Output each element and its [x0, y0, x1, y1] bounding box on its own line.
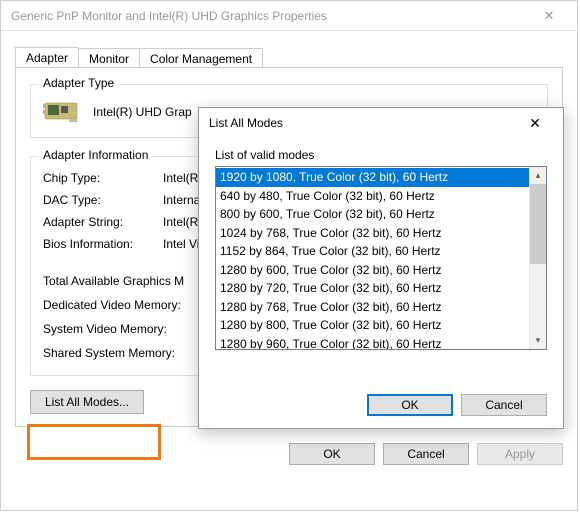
scroll-up-icon[interactable]: ▴ [530, 167, 546, 184]
dialog-cancel-button[interactable]: Cancel [461, 394, 547, 416]
adapter-type-label: Adapter Type [39, 76, 118, 90]
window-title: Generic PnP Monitor and Intel(R) UHD Gra… [11, 9, 529, 23]
apply-button: Apply [477, 443, 563, 465]
titlebar: Generic PnP Monitor and Intel(R) UHD Gra… [1, 1, 577, 31]
mode-item[interactable]: 1280 by 960, True Color (32 bit), 60 Her… [216, 335, 529, 350]
mode-item[interactable]: 800 by 600, True Color (32 bit), 60 Hert… [216, 205, 529, 224]
footer-buttons: OK Cancel Apply [1, 433, 577, 477]
adapter-info-label: Adapter Information [39, 148, 152, 162]
total-label: Shared System Memory: [43, 341, 175, 365]
list-all-modes-dialog: List All Modes ✕ List of valid modes 192… [198, 107, 564, 429]
cancel-button[interactable]: Cancel [383, 443, 469, 465]
modes-listbox[interactable]: 1920 by 1080, True Color (32 bit), 60 He… [215, 166, 547, 350]
mode-item[interactable]: 1024 by 768, True Color (32 bit), 60 Her… [216, 224, 529, 243]
scrollbar[interactable]: ▴ ▾ [529, 167, 546, 349]
info-label: Chip Type: [43, 167, 163, 189]
mode-item[interactable]: 1280 by 720, True Color (32 bit), 60 Her… [216, 279, 529, 298]
tab-color-management[interactable]: Color Management [139, 48, 263, 68]
scroll-thumb[interactable] [530, 184, 546, 264]
mode-item[interactable]: 1280 by 768, True Color (32 bit), 60 Her… [216, 298, 529, 317]
dialog-title: List All Modes [209, 116, 515, 130]
dialog-titlebar: List All Modes ✕ [199, 108, 563, 138]
total-label: Total Available Graphics M [43, 269, 184, 293]
info-value: Intel(R) [163, 211, 202, 233]
info-label: Adapter String: [43, 211, 163, 233]
total-label: System Video Memory: [43, 317, 167, 341]
list-label: List of valid modes [215, 148, 547, 162]
tabstrip: Adapter Monitor Color Management [15, 45, 563, 67]
dialog-close-icon[interactable]: ✕ [515, 109, 555, 137]
info-value: Intel(R) [163, 167, 202, 189]
dialog-footer: OK Cancel [199, 382, 563, 428]
scroll-down-icon[interactable]: ▾ [530, 332, 546, 349]
close-icon[interactable]: ✕ [529, 2, 569, 30]
info-label: Bios Information: [43, 233, 163, 255]
mode-item[interactable]: 1280 by 800, True Color (32 bit), 60 Her… [216, 316, 529, 335]
mode-item[interactable]: 1280 by 600, True Color (32 bit), 60 Her… [216, 261, 529, 280]
ok-button[interactable]: OK [289, 443, 375, 465]
info-label: DAC Type: [43, 189, 163, 211]
total-label: Dedicated Video Memory: [43, 293, 181, 317]
tab-monitor[interactable]: Monitor [78, 48, 140, 68]
graphics-card-icon [43, 97, 83, 127]
tab-adapter[interactable]: Adapter [15, 47, 79, 67]
mode-item[interactable]: 640 by 480, True Color (32 bit), 60 Hert… [216, 187, 529, 206]
adapter-type-value: Intel(R) UHD Grap [93, 105, 192, 119]
mode-item[interactable]: 1152 by 864, True Color (32 bit), 60 Her… [216, 242, 529, 261]
list-all-modes-button[interactable]: List All Modes... [30, 390, 144, 414]
dialog-ok-button[interactable]: OK [367, 394, 453, 416]
mode-item[interactable]: 1920 by 1080, True Color (32 bit), 60 He… [216, 168, 529, 187]
